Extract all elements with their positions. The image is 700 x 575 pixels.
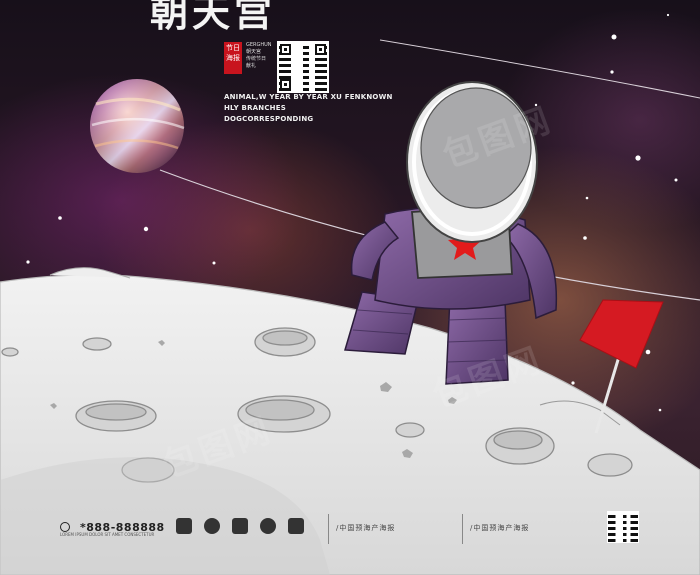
crater: [262, 330, 308, 346]
footer-divider: [328, 514, 329, 544]
sponsor-logo-icon: [204, 518, 220, 534]
sponsor-logos: [176, 518, 304, 534]
footer-divider: [462, 514, 463, 544]
sponsor-logo-icon: [288, 518, 304, 534]
tagline-line-3: DOGCORRESPONDING: [224, 115, 314, 123]
star-icon: [585, 196, 589, 200]
phone-icon: [60, 522, 70, 532]
space-scene: [0, 13, 700, 575]
crater: [395, 422, 425, 438]
copyright-text: /中国预海产海报: [336, 524, 396, 532]
star-icon: [212, 261, 216, 265]
crater: [82, 337, 112, 351]
sponsor-logo-icon: [176, 518, 192, 534]
qr-code-icon[interactable]: [277, 41, 329, 93]
sponsor-logo-icon: [260, 518, 276, 534]
qr-code-icon[interactable]: [607, 511, 639, 543]
star-icon: [611, 34, 617, 40]
crater: [85, 403, 147, 421]
poster-title: 朝天宫: [150, 0, 277, 35]
poster: 朝天宫 节日海报 GERGHUN 朝天宫 传统节日 献礼 ANIMAL,W YE…: [0, 0, 700, 575]
star-icon: [571, 381, 575, 385]
crater: [587, 453, 633, 477]
star-icon: [610, 70, 614, 74]
planet-icon: [90, 79, 185, 173]
seal-side-text: GERGHUN 朝天宫 传统节日 献礼: [246, 42, 272, 69]
copyright-text: /中国预海产海报: [470, 524, 530, 532]
orbit-line: [379, 39, 700, 99]
star-icon: [58, 216, 62, 220]
star-icon: [26, 260, 30, 264]
star-icon: [583, 236, 587, 240]
star-icon: [658, 408, 662, 412]
star-icon: [635, 155, 641, 161]
poster-title-area: 朝天宫: [150, 0, 370, 35]
star-icon: [143, 226, 149, 232]
star-icon: [645, 349, 651, 355]
sponsor-logo-icon: [232, 518, 248, 534]
star-icon: [674, 178, 678, 182]
star-icon: [666, 13, 670, 17]
festival-seal: 节日海报: [224, 42, 242, 74]
tagline-line-1: ANIMAL,W YEAR BY YEAR XU FENKNOWN: [224, 93, 393, 101]
crater: [1, 347, 19, 357]
phone-subtext: LOREM IPSUM DOLOR SIT AMET CONSECTETUR: [60, 532, 155, 537]
tagline-line-2: HLY BRANCHES: [224, 104, 286, 112]
crater: [493, 430, 543, 450]
